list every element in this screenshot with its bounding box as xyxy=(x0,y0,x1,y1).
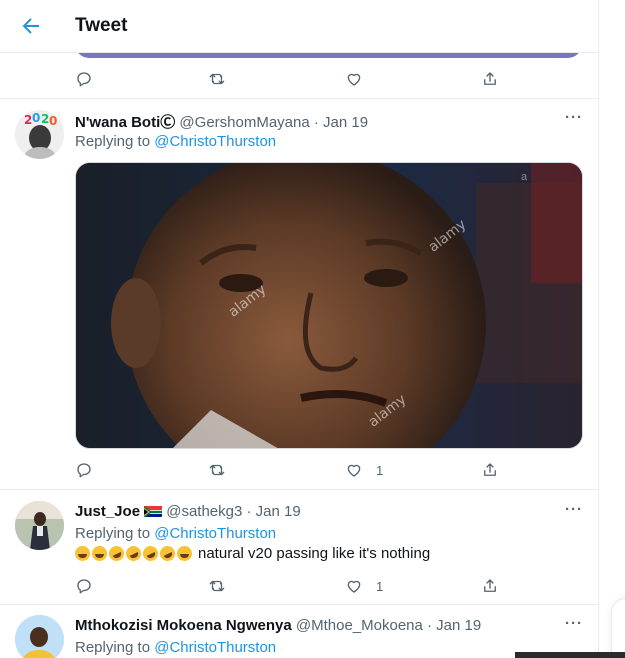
replying-to-link[interactable]: @ChristoThurston xyxy=(154,525,276,542)
more-options-button[interactable]: ··· xyxy=(565,109,583,126)
like-count: 1 xyxy=(376,578,384,594)
rofl-emoji-icon xyxy=(140,543,161,564)
display-name[interactable]: Just_Joe xyxy=(75,503,140,520)
tweet-actions: 1 xyxy=(75,460,505,482)
joy-emoji-icon xyxy=(75,546,90,561)
handle[interactable]: @Mthoe_Mokoena xyxy=(296,617,423,634)
reply-button[interactable] xyxy=(75,576,93,596)
share-icon xyxy=(484,463,496,476)
south-africa-flag-icon xyxy=(144,505,163,517)
tweet-text: natural v20 passing like it's nothing xyxy=(75,543,431,564)
taskbar-edge xyxy=(515,652,625,658)
display-name[interactable]: Mthokozisi Mokoena Ngwenya xyxy=(75,617,292,634)
joy-emoji-icon xyxy=(177,546,192,561)
share-button[interactable] xyxy=(481,576,499,596)
share-icon xyxy=(484,72,496,85)
avatar-image xyxy=(15,501,64,550)
reply-icon xyxy=(77,579,91,594)
arrow-left-icon xyxy=(22,18,39,34)
more-options-button[interactable]: ··· xyxy=(565,501,583,518)
joy-emoji-icon xyxy=(92,546,107,561)
avatar[interactable] xyxy=(15,615,64,658)
replying-to-link[interactable]: @ChristoThurston xyxy=(154,133,276,150)
handle[interactable]: @sathekg3 xyxy=(166,503,242,520)
avatar[interactable] xyxy=(15,501,64,550)
replying-to-label: Replying to xyxy=(75,525,155,542)
page-header: Tweet xyxy=(0,0,598,53)
tweet-actions: 1 xyxy=(75,576,505,598)
retweet-icon xyxy=(209,73,225,85)
reply-button[interactable] xyxy=(75,69,93,89)
share-icon xyxy=(484,579,496,592)
replying-to-line: Replying to @ChristoThurston xyxy=(75,133,276,150)
more-options-button[interactable]: ··· xyxy=(565,615,583,632)
reply-icon xyxy=(77,463,91,478)
svg-text:0: 0 xyxy=(49,114,57,128)
tweet-header: N'wana BotiⒸ @GershomMayana · Jan 19 xyxy=(75,111,368,132)
heart-icon xyxy=(347,73,361,86)
timestamp[interactable]: · Jan 19 xyxy=(427,617,481,634)
retweet-button[interactable] xyxy=(208,69,226,89)
replying-to-line: Replying to @ChristoThurston xyxy=(75,639,276,656)
replying-to-label: Replying to xyxy=(75,133,155,150)
share-button[interactable] xyxy=(481,460,499,480)
timestamp[interactable]: · Jan 19 xyxy=(314,114,368,131)
replying-to-link[interactable]: @ChristoThurston xyxy=(154,639,276,656)
tweet-photo[interactable]: alamy alamy alamy a xyxy=(75,162,583,449)
divider xyxy=(0,604,598,605)
heart-icon xyxy=(347,580,361,593)
like-count: 1 xyxy=(376,462,384,478)
share-button[interactable] xyxy=(481,69,499,89)
sidebar-card-edge xyxy=(611,598,625,658)
tweet-thread-column: Tweet 2 0 2 0 N'wana BotiⒸ @GershomMayan… xyxy=(0,0,599,658)
tweet-header: Just_Joe @sathekg3 · Jan 19 xyxy=(75,503,301,520)
page-title: Tweet xyxy=(75,15,128,36)
previous-tweet-actions xyxy=(75,69,505,91)
divider xyxy=(0,489,598,490)
retweet-button[interactable] xyxy=(208,576,226,596)
retweet-icon xyxy=(209,580,225,592)
timestamp[interactable]: · Jan 19 xyxy=(247,503,301,520)
reply-icon xyxy=(77,72,91,87)
rofl-emoji-icon xyxy=(106,543,127,564)
replying-to-line: Replying to @ChristoThurston xyxy=(75,525,276,542)
rofl-emoji-icon xyxy=(123,543,144,564)
heart-icon xyxy=(347,464,361,477)
watermark-text: a xyxy=(521,171,528,183)
photo-image xyxy=(76,163,582,448)
rofl-emoji-icon xyxy=(157,543,178,564)
avatar-image: 2 0 2 0 xyxy=(15,110,64,159)
svg-text:0: 0 xyxy=(32,111,40,125)
back-button[interactable] xyxy=(19,14,43,38)
avatar-image xyxy=(15,615,64,658)
retweet-icon xyxy=(209,464,225,476)
like-button[interactable] xyxy=(345,69,363,89)
handle[interactable]: @GershomMayana xyxy=(179,114,309,131)
tweet-header: Mthokozisi Mokoena Ngwenya @Mthoe_Mokoen… xyxy=(75,617,481,634)
avatar[interactable]: 2 0 2 0 xyxy=(15,110,64,159)
divider xyxy=(0,98,598,99)
like-button[interactable]: 1 xyxy=(345,460,383,480)
tweet-body: natural v20 passing like it's nothing xyxy=(198,545,431,562)
display-name[interactable]: N'wana BotiⒸ xyxy=(75,114,175,131)
like-button[interactable]: 1 xyxy=(345,576,383,596)
retweet-button[interactable] xyxy=(208,460,226,480)
replying-to-label: Replying to xyxy=(75,639,155,656)
reply-button[interactable] xyxy=(75,460,93,480)
